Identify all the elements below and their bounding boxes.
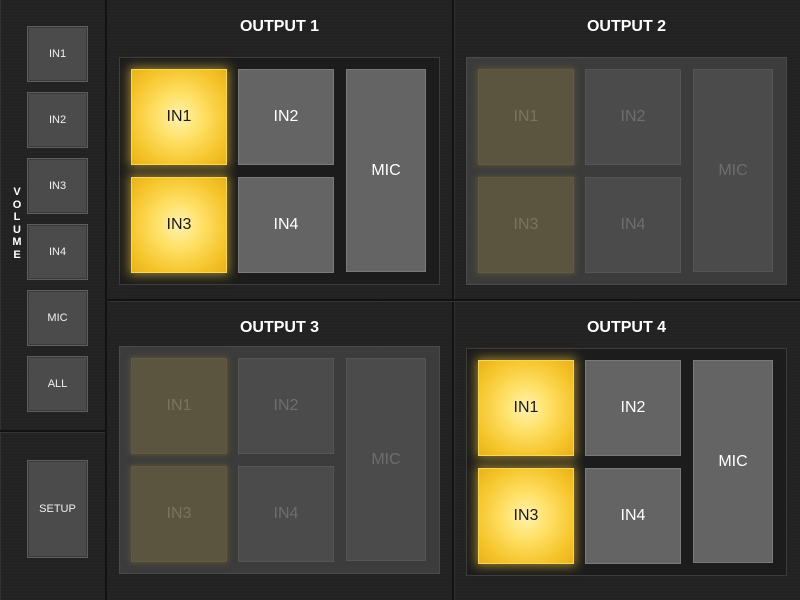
output-4-title: OUTPUT 4 bbox=[586, 319, 667, 336]
volume-letter: O bbox=[12, 198, 22, 211]
output-3-title: OUTPUT 3 bbox=[239, 319, 320, 336]
output-3-panel: IN1 IN2 IN3 IN4 MIC bbox=[119, 346, 440, 574]
output-1-in3-button[interactable]: IN3 bbox=[131, 177, 227, 273]
output-4-in1-button[interactable]: IN1 bbox=[478, 360, 574, 456]
output-2-title: OUTPUT 2 bbox=[586, 18, 667, 35]
volume-letter: L bbox=[13, 211, 21, 223]
output-4-panel: IN1 IN2 IN3 IN4 MIC bbox=[466, 348, 787, 576]
output-1-panel: IN1 IN2 IN3 IN4 MIC bbox=[119, 57, 440, 285]
volume-letter: E bbox=[13, 248, 21, 261]
output-2-mic-button[interactable]: MIC bbox=[693, 69, 773, 272]
output-4-mic-button[interactable]: MIC bbox=[693, 360, 773, 563]
volume-letter: U bbox=[13, 223, 21, 236]
volume-in2-button[interactable]: IN2 bbox=[27, 92, 88, 148]
output-3-in3-button[interactable]: IN3 bbox=[131, 466, 227, 562]
output-3-section: OUTPUT 3 IN1 IN2 IN3 IN4 MIC bbox=[107, 301, 452, 600]
output-2-section: OUTPUT 2 IN1 IN2 IN3 IN4 MIC bbox=[454, 0, 799, 300]
volume-label: V O L U M E bbox=[10, 186, 24, 261]
volume-letter: V bbox=[13, 186, 21, 198]
output-4-in3-button[interactable]: IN3 bbox=[478, 468, 574, 564]
output-3-in1-button[interactable]: IN1 bbox=[131, 358, 227, 454]
output-2-in3-button[interactable]: IN3 bbox=[478, 177, 574, 273]
output-2-in2-button[interactable]: IN2 bbox=[585, 69, 681, 165]
sidebar-divider bbox=[0, 430, 105, 432]
volume-mic-button[interactable]: MIC bbox=[27, 290, 88, 346]
volume-all-button[interactable]: ALL bbox=[27, 356, 88, 412]
output-2-in1-button[interactable]: IN1 bbox=[478, 69, 574, 165]
output-1-in4-button[interactable]: IN4 bbox=[238, 177, 334, 273]
output-3-in4-button[interactable]: IN4 bbox=[238, 466, 334, 562]
volume-in3-button[interactable]: IN3 bbox=[27, 158, 88, 214]
output-3-mic-button[interactable]: MIC bbox=[346, 358, 426, 561]
output-4-in2-button[interactable]: IN2 bbox=[585, 360, 681, 456]
output-2-panel: IN1 IN2 IN3 IN4 MIC bbox=[466, 57, 787, 285]
volume-in1-button[interactable]: IN1 bbox=[27, 26, 88, 82]
output-1-mic-button[interactable]: MIC bbox=[346, 69, 426, 272]
output-1-section: OUTPUT 1 IN1 IN2 IN3 IN4 MIC bbox=[107, 0, 452, 300]
output-1-in2-button[interactable]: IN2 bbox=[238, 69, 334, 165]
output-4-in4-button[interactable]: IN4 bbox=[585, 468, 681, 564]
output-2-in4-button[interactable]: IN4 bbox=[585, 177, 681, 273]
output-4-section: OUTPUT 4 IN1 IN2 IN3 IN4 MIC bbox=[454, 301, 799, 600]
setup-button[interactable]: SETUP bbox=[27, 460, 88, 558]
volume-in4-button[interactable]: IN4 bbox=[27, 224, 88, 280]
output-3-in2-button[interactable]: IN2 bbox=[238, 358, 334, 454]
output-1-in1-button[interactable]: IN1 bbox=[131, 69, 227, 165]
sidebar: V O L U M E IN1 IN2 IN3 IN4 MIC ALL SETU… bbox=[0, 0, 107, 600]
volume-letter: M bbox=[12, 236, 22, 248]
mixer-app: V O L U M E IN1 IN2 IN3 IN4 MIC ALL SETU… bbox=[0, 0, 800, 600]
output-1-title: OUTPUT 1 bbox=[239, 18, 320, 35]
